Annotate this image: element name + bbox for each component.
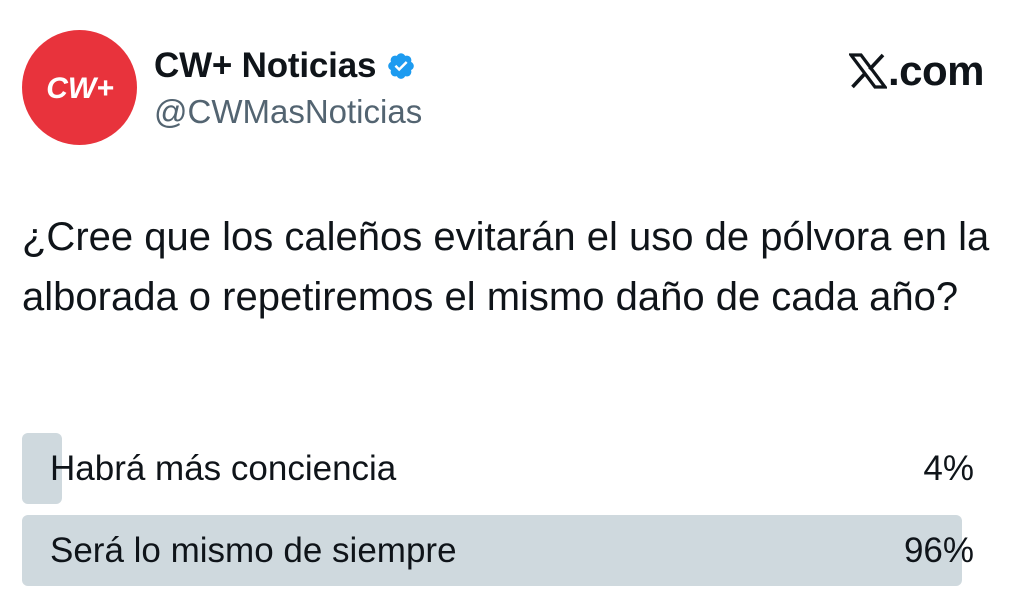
account-names: CW+ Noticias @CWMasNoticias [154, 44, 422, 132]
display-name-row[interactable]: CW+ Noticias [154, 44, 422, 88]
poll: Habrá más conciencia 4% Será lo mismo de… [22, 433, 974, 597]
poll-option-percent: 96% [903, 531, 974, 570]
tweet-text: ¿Cree que los caleños evitarán el uso de… [22, 215, 990, 319]
x-logo-icon [848, 53, 887, 89]
poll-option-label: Habrá más conciencia [50, 449, 397, 488]
cw-plus-logo: CW+ [46, 72, 114, 105]
brand-domain-text: .com [887, 47, 985, 94]
poll-option-percent: 4% [923, 449, 974, 488]
poll-option[interactable]: Habrá más conciencia 4% [22, 433, 974, 504]
poll-option-label: Será lo mismo de siempre [50, 531, 457, 570]
avatar[interactable]: CW+ [22, 30, 137, 145]
verified-badge-icon [386, 51, 416, 81]
display-name[interactable]: CW+ Noticias [154, 44, 376, 88]
svg-text:CW+: CW+ [46, 72, 114, 105]
poll-option[interactable]: Será lo mismo de siempre 96% [22, 515, 974, 586]
account-handle[interactable]: @CWMasNoticias [154, 92, 422, 132]
x-com-brand: .com [848, 47, 985, 94]
